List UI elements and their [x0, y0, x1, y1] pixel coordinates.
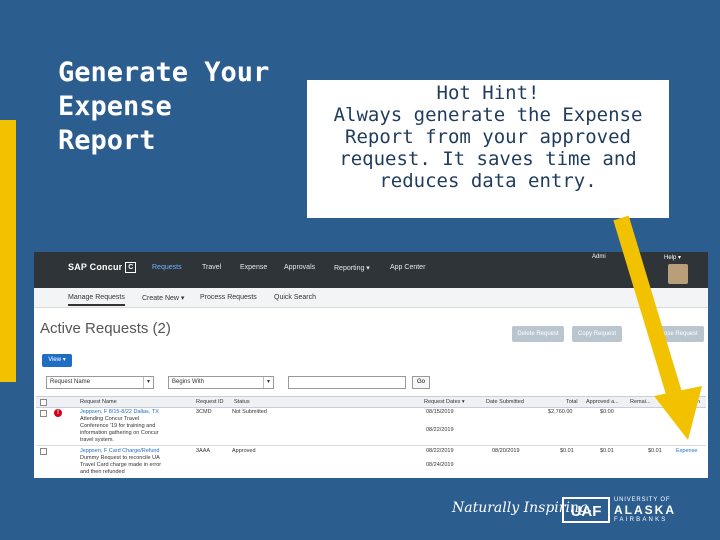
- col-approved-amount[interactable]: Approved a...: [586, 399, 619, 405]
- date-submitted-cell: 08/20/2019: [492, 448, 520, 454]
- subnav-process-requests[interactable]: Process Requests: [200, 294, 257, 301]
- request-date-start: 08/15/2019: [426, 409, 454, 415]
- remaining-cell: $0.01: [648, 448, 662, 454]
- user-avatar[interactable]: [668, 264, 688, 284]
- status-cell: Approved: [232, 448, 256, 454]
- col-request-dates[interactable]: Request Dates ▾: [424, 399, 465, 405]
- uaf-line-3: FAIRBANKS: [614, 517, 668, 523]
- brand-mark-icon: C: [125, 262, 137, 273]
- brand-name: SAP Concur: [68, 262, 123, 272]
- hint-line: reduces data entry.: [379, 170, 597, 192]
- sap-concur-screenshot: SAP Concur C Requests Travel Expense Appr…: [34, 252, 708, 478]
- filter-operator-value: Begins With: [172, 379, 205, 385]
- col-status[interactable]: Status: [234, 399, 250, 405]
- slide-title: Generate Your Expense Report: [58, 56, 288, 158]
- hint-line: Always generate the Expense: [333, 104, 643, 126]
- request-id-cell: 3AAA: [196, 448, 211, 454]
- approved-cell: $0.00: [600, 409, 614, 415]
- uaf-wordmark: UNIVERSITY OF ALASKA FAIRBANKS: [614, 497, 676, 524]
- request-date-start: 08/22/2019: [426, 448, 454, 454]
- filter-field-value: Request Name: [50, 379, 91, 385]
- col-total[interactable]: Total: [566, 399, 578, 405]
- request-name-line: Travel Card charge made in error: [80, 462, 162, 468]
- request-name-line: Attending Concur Travel: [80, 416, 140, 422]
- top-navigation-bar: SAP Concur C Requests Travel Expense Appr…: [34, 252, 708, 288]
- filter-field-select[interactable]: Request Name ▾: [46, 376, 154, 389]
- nav-travel[interactable]: Travel: [202, 264, 221, 271]
- uaf-logo-icon: UAF: [562, 497, 610, 523]
- nav-app-center[interactable]: App Center: [390, 264, 425, 271]
- col-date-submitted[interactable]: Date Submitted: [486, 399, 524, 405]
- request-date-end: 08/24/2019: [426, 462, 454, 468]
- total-cell: $0.01: [560, 448, 574, 454]
- hint-heading: Hot Hint!: [436, 82, 540, 104]
- filter-text-input[interactable]: [288, 376, 406, 389]
- title-line-3: Report: [58, 125, 156, 156]
- subnav-quick-search[interactable]: Quick Search: [274, 294, 316, 301]
- nav-reporting[interactable]: Reporting ▾: [334, 264, 370, 272]
- go-button[interactable]: Go: [412, 376, 430, 389]
- accent-bar: [0, 120, 16, 382]
- total-cell: $2,760.00: [548, 409, 573, 415]
- view-dropdown-button[interactable]: View ▾: [42, 354, 72, 367]
- nav-expense[interactable]: Expense: [240, 264, 267, 271]
- request-name-line: Jeppsen, F 8/15-8/22 Dallas, TX: [80, 409, 159, 415]
- request-name-line: and then refunded: [80, 469, 125, 475]
- table-header: Request Name Request ID Status Request D…: [36, 396, 706, 408]
- nav-requests[interactable]: Requests: [152, 264, 182, 271]
- copy-request-button[interactable]: Copy Request: [572, 326, 622, 342]
- chevron-down-icon: ▾: [143, 377, 153, 388]
- close-request-button[interactable]: Close Request: [652, 326, 704, 342]
- request-name-line: Jeppsen, F Card Charge/Refund: [80, 448, 160, 454]
- request-name-line: travel system.: [80, 437, 114, 443]
- request-date-end: 08/22/2019: [426, 427, 454, 433]
- alert-icon: !: [54, 409, 62, 417]
- svg-text:UAF: UAF: [571, 503, 602, 520]
- col-request-name[interactable]: Request Name: [80, 399, 117, 405]
- request-name-line: information gathering on Concur: [80, 430, 159, 436]
- page-title: Active Requests (2): [40, 320, 171, 337]
- expense-link[interactable]: Expense: [676, 448, 697, 455]
- subnav-manage-requests[interactable]: Manage Requests: [68, 294, 125, 306]
- nav-approvals[interactable]: Approvals: [284, 264, 315, 271]
- col-request-id[interactable]: Request ID: [196, 399, 224, 405]
- approved-cell: $0.01: [600, 448, 614, 454]
- admin-menu[interactable]: Admi: [592, 254, 606, 260]
- col-remaining[interactable]: Remai...: [630, 399, 650, 405]
- hint-line: Report from your approved: [345, 126, 631, 148]
- request-id-cell: 3CMD: [196, 409, 212, 415]
- request-name-line: Conference '19 for training and: [80, 423, 156, 429]
- title-line-2: Expense: [58, 91, 172, 122]
- delete-request-button[interactable]: Delete Request: [512, 326, 564, 342]
- status-cell: Not Submitted: [232, 409, 267, 415]
- sap-concur-logo[interactable]: SAP Concur C: [68, 262, 137, 273]
- request-name-line: Dummy Request to reconcile UA: [80, 455, 160, 461]
- title-line-1: Generate Your: [58, 57, 270, 88]
- chevron-down-icon: ▾: [263, 377, 273, 388]
- request-name-cell[interactable]: Jeppsen, F 8/15-8/22 Dallas, TX Attendin…: [80, 409, 159, 444]
- hint-line: request. It saves time and: [339, 148, 637, 170]
- row-divider: [36, 445, 706, 446]
- hint-box: Hot Hint! Always generate the Expense Re…: [307, 80, 669, 218]
- row-checkbox[interactable]: [40, 410, 47, 417]
- subnav-create-new[interactable]: Create New ▾: [142, 294, 184, 302]
- col-action[interactable]: ...ion: [688, 399, 700, 405]
- sub-navigation-bar: Manage Requests Create New ▾ Process Req…: [34, 288, 708, 308]
- help-menu[interactable]: Help ▾: [664, 254, 681, 261]
- request-name-cell[interactable]: Jeppsen, F Card Charge/Refund Dummy Requ…: [80, 448, 161, 476]
- select-all-checkbox[interactable]: [40, 399, 47, 406]
- filter-operator-select[interactable]: Begins With ▾: [168, 376, 274, 389]
- uaf-line-2: ALASKA: [614, 503, 676, 517]
- row-checkbox[interactable]: [40, 448, 47, 455]
